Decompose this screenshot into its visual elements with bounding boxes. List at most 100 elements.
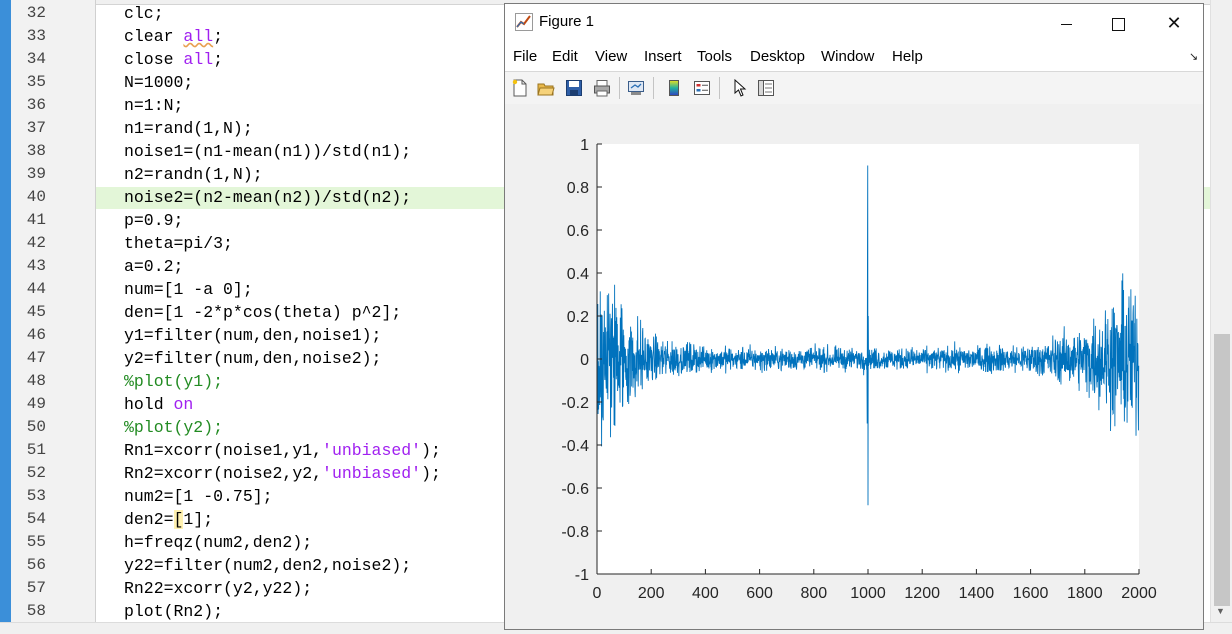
code-token: Rn1=xcorr(noise1,y1,	[124, 441, 323, 460]
code-text: clc;	[124, 2, 164, 25]
line-number: 40	[26, 188, 46, 206]
y-tick-label: 0.8	[567, 180, 589, 197]
link-plot-icon[interactable]	[627, 79, 645, 97]
line-number: 36	[26, 96, 46, 114]
code-text: a=0.2;	[124, 255, 183, 278]
x-tick-label: 1400	[959, 585, 995, 602]
line-number: 32	[26, 4, 46, 22]
code-token: n1=rand(1,N);	[124, 119, 253, 138]
insert-colorbar-icon[interactable]	[665, 79, 683, 97]
x-tick-label: 400	[692, 585, 719, 602]
code-text: n2=randn(1,N);	[124, 163, 263, 186]
x-tick-label: 1800	[1067, 585, 1103, 602]
menu-tools[interactable]: Tools	[697, 48, 732, 65]
code-text: %plot(y2);	[124, 416, 223, 439]
code-token: den2=	[124, 510, 174, 529]
menu-view[interactable]: View	[595, 48, 627, 65]
edit-plot-pointer-icon[interactable]	[731, 79, 749, 97]
figure-titlebar[interactable]: Figure 1 ✕	[505, 4, 1203, 42]
print-icon[interactable]	[593, 79, 611, 97]
code-token: hold	[124, 395, 174, 414]
y-tick-label: 0.4	[567, 266, 589, 283]
code-token: ;	[213, 50, 224, 69]
matlab-logo-icon	[515, 13, 533, 31]
code-token: den=[1 -2*p*cos(theta) p^2];	[124, 303, 402, 322]
code-token: clc;	[124, 4, 164, 23]
figure-title: Figure 1	[539, 13, 595, 30]
y-tick-label: 0	[580, 352, 589, 369]
figure-toolbar	[505, 71, 1203, 105]
code-token: noise1=(n1-mean(n1))/std(n1);	[124, 142, 412, 161]
open-file-icon[interactable]	[537, 79, 555, 97]
property-inspector-icon[interactable]	[757, 79, 775, 97]
line-number: 46	[26, 326, 46, 344]
code-text: N=1000;	[124, 71, 193, 94]
menu-help[interactable]: Help	[892, 48, 923, 65]
maximize-icon	[1111, 17, 1125, 31]
line-number: 35	[26, 73, 46, 91]
toolbar-separator	[719, 77, 720, 99]
insert-legend-icon[interactable]	[693, 79, 711, 97]
line-number: 38	[26, 142, 46, 160]
scrollbar-thumb[interactable]	[1214, 334, 1230, 606]
line-number: 34	[26, 50, 46, 68]
scroll-down-arrow-icon[interactable]: ▼	[1216, 606, 1225, 616]
x-tick-label: 0	[593, 585, 602, 602]
code-text: Rn22=xcorr(y2,y22);	[124, 577, 312, 600]
line-number: 48	[26, 372, 46, 390]
code-text: n1=rand(1,N);	[124, 117, 253, 140]
line-number: 45	[26, 303, 46, 321]
figure-window[interactable]: Figure 1 ✕ File Edit View Insert Tools D…	[504, 3, 1204, 630]
code-token: Rn22=xcorr(y2,y22);	[124, 579, 313, 598]
code-token: a=0.2;	[124, 257, 184, 276]
code-text: p=0.9;	[124, 209, 183, 232]
code-token-kw: all	[183, 50, 214, 69]
figure-menubar: File Edit View Insert Tools Desktop Wind…	[505, 44, 1203, 70]
save-icon[interactable]	[565, 79, 583, 97]
code-token: y2=filter(num,den,noise2);	[124, 349, 382, 368]
code-text: num=[1 -a 0];	[124, 278, 253, 301]
code-text: n=1:N;	[124, 94, 183, 117]
menubar-overflow-icon[interactable]: ↘	[1189, 50, 1198, 63]
line-number: 37	[26, 119, 46, 137]
code-token-cmt: %plot(y2);	[124, 418, 224, 437]
new-figure-icon[interactable]	[511, 79, 529, 97]
code-text: num2=[1 -0.75];	[124, 485, 273, 508]
line-number: 51	[26, 441, 46, 459]
y-tick-label: -0.6	[561, 481, 589, 498]
minimize-button[interactable]	[1043, 8, 1089, 38]
line-number: 41	[26, 211, 46, 229]
editor-vertical-scrollbar[interactable]: ▼	[1210, 0, 1232, 622]
code-token: y22=filter(num2,den2,noise2);	[124, 556, 412, 575]
line-number: 54	[26, 510, 46, 528]
code-token: h=freqz(num2,den2);	[124, 533, 313, 552]
menu-file[interactable]: File	[513, 48, 537, 65]
menu-edit[interactable]: Edit	[552, 48, 578, 65]
line-number: 42	[26, 234, 46, 252]
y-tick-label: 0.6	[567, 223, 589, 240]
code-token: n2=randn(1,N);	[124, 165, 263, 184]
line-plot[interactable]: 0 200 400 600 800 1000 1200 1400 1600 1800 2000 1 0.…	[505, 104, 1203, 629]
code-token: Rn2=xcorr(noise2,y2,	[124, 464, 323, 483]
code-token: N=1000;	[124, 73, 194, 92]
y-tick-label: -0.8	[561, 524, 589, 541]
x-tick-label: 1000	[850, 585, 886, 602]
line-number: 33	[26, 27, 46, 45]
code-text: noise2=(n2-mean(n2))/std(n2);	[124, 186, 411, 209]
maximize-button[interactable]	[1095, 8, 1141, 38]
x-tick-label: 1200	[904, 585, 940, 602]
code-token: num=[1 -a 0];	[124, 280, 253, 299]
y-tick-label: 1	[580, 137, 589, 154]
close-button[interactable]: ✕	[1151, 8, 1197, 38]
menu-insert[interactable]: Insert	[644, 48, 682, 65]
menu-desktop[interactable]: Desktop	[750, 48, 805, 65]
code-token-kw: on	[173, 395, 194, 414]
code-token: clear	[124, 27, 184, 46]
code-token: close	[124, 50, 184, 69]
code-token-bracket-hl: [	[173, 510, 184, 529]
code-token: ;	[213, 27, 224, 46]
figure-canvas[interactable]: 0 200 400 600 800 1000 1200 1400 1600 1800 2000 1 0.…	[505, 104, 1203, 629]
y-tick-label: -0.4	[561, 438, 589, 455]
x-tick-label: 800	[800, 585, 827, 602]
menu-window[interactable]: Window	[821, 48, 874, 65]
